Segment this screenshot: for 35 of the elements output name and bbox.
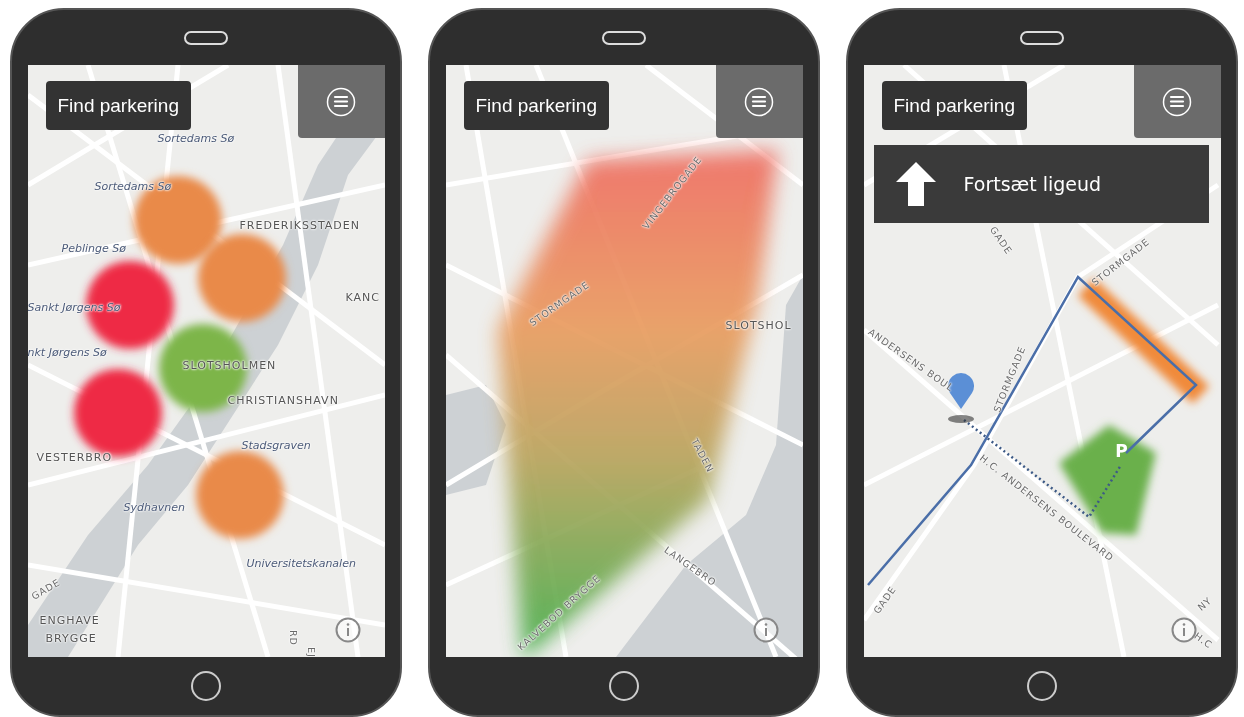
home-button[interactable] — [191, 671, 221, 701]
up-arrow-icon — [895, 162, 936, 206]
street-label: EJ — [305, 647, 316, 657]
menu-icon — [1162, 86, 1192, 117]
menu-icon — [326, 86, 356, 117]
menu-icon — [744, 86, 774, 117]
street-label: NY — [1195, 595, 1214, 613]
direction-text: Fortsæt ligeud — [963, 173, 1102, 195]
water-label: Peblinge Sø — [61, 243, 126, 256]
district-label: KANC — [345, 292, 380, 305]
home-button[interactable] — [1027, 671, 1057, 701]
water-label: Stadsgraven — [241, 440, 311, 453]
find-parking-button[interactable]: Find parkering — [881, 81, 1027, 130]
info-icon[interactable] — [752, 617, 779, 643]
speaker-slot — [184, 30, 228, 45]
speaker-slot — [1020, 30, 1064, 45]
menu-button[interactable] — [297, 65, 385, 138]
water-label: Sortedams Sø — [94, 181, 172, 194]
menu-button[interactable] — [715, 65, 803, 138]
district-label: BRYGGE — [45, 633, 97, 646]
info-icon[interactable] — [334, 617, 361, 643]
water-label: nkt Jørgens Sø — [27, 347, 107, 360]
district-label: ENGHAVE — [39, 615, 100, 628]
find-parking-button[interactable]: Find parkering — [463, 81, 609, 130]
find-parking-button[interactable]: Find parkering — [45, 81, 191, 130]
water-label: Sortedams Sø — [157, 133, 235, 146]
home-button[interactable] — [609, 671, 639, 701]
menu-button[interactable] — [1133, 65, 1221, 138]
speaker-slot — [602, 30, 646, 45]
district-label: FREDERIKSSTADEN — [239, 220, 360, 233]
street-label: RD — [287, 630, 298, 646]
district-label: VESTERBRO — [36, 452, 113, 465]
street-label: H.C — [1191, 631, 1214, 651]
water-label: Universitetskanalen — [246, 558, 356, 571]
water-label: Sydhavnen — [123, 502, 185, 515]
